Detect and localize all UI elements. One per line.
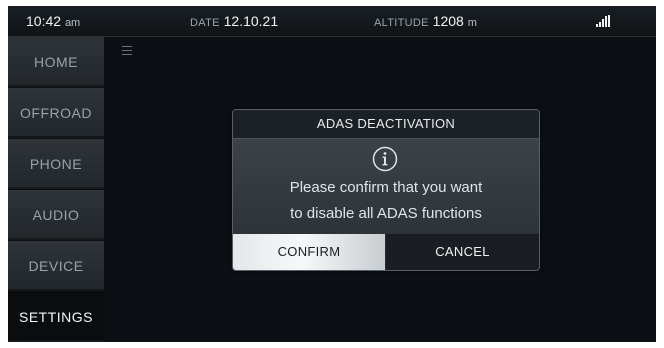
altitude-value: 1208 bbox=[432, 13, 464, 29]
infotainment-screen: 10:42 am DATE 12.10.21 ALTITUDE 1208 m H… bbox=[8, 6, 656, 342]
sidebar-nav: HOME OFFROAD PHONE AUDIO DEVICE SETTINGS bbox=[8, 37, 104, 342]
signal-strength-icon bbox=[596, 15, 612, 27]
dialog-message-line-2: to disable all ADAS functions bbox=[290, 205, 482, 222]
sidebar-item-label: PHONE bbox=[29, 156, 83, 172]
dialog-message-line-1: Please confirm that you want bbox=[289, 179, 483, 196]
altitude-readout: ALTITUDE 1208 m bbox=[374, 6, 477, 36]
altitude-label: ALTITUDE bbox=[374, 17, 429, 29]
sidebar-item-label: SETTINGS bbox=[18, 309, 93, 325]
altitude-unit: m bbox=[467, 17, 477, 29]
date-value: 12.10.21 bbox=[223, 13, 279, 29]
hamburger-menu-icon[interactable] bbox=[122, 46, 134, 56]
sidebar-item-settings[interactable]: SETTINGS bbox=[8, 292, 104, 342]
clock-time: 10:42 bbox=[26, 13, 62, 29]
date-readout: DATE 12.10.21 bbox=[190, 6, 278, 36]
dialog-button-row: CONFIRM CANCEL bbox=[233, 234, 539, 270]
date-label: DATE bbox=[190, 17, 220, 29]
sidebar-item-home[interactable]: HOME bbox=[8, 37, 104, 87]
clock: 10:42 am bbox=[26, 6, 80, 36]
status-bar: 10:42 am DATE 12.10.21 ALTITUDE 1208 m bbox=[8, 6, 656, 37]
sidebar-item-label: AUDIO bbox=[32, 207, 80, 223]
clock-suffix: am bbox=[64, 17, 81, 29]
info-icon bbox=[372, 146, 398, 172]
sidebar-item-device[interactable]: DEVICE bbox=[8, 241, 104, 291]
cancel-button[interactable]: CANCEL bbox=[386, 234, 539, 270]
sidebar-item-offroad[interactable]: OFFROAD bbox=[8, 88, 104, 138]
sidebar-item-audio[interactable]: AUDIO bbox=[8, 190, 104, 240]
dialog-body: Please confirm that you want to disable … bbox=[233, 139, 539, 234]
confirm-button[interactable]: CONFIRM bbox=[233, 234, 385, 270]
sidebar-item-phone[interactable]: PHONE bbox=[8, 139, 104, 189]
sidebar-item-label: DEVICE bbox=[28, 258, 84, 274]
dialog-title: ADAS DEACTIVATION bbox=[233, 110, 539, 139]
sidebar-item-label: OFFROAD bbox=[20, 105, 92, 121]
sidebar-item-label: HOME bbox=[34, 54, 78, 70]
adas-deactivation-dialog: ADAS DEACTIVATION Please confirm that yo… bbox=[232, 109, 540, 271]
